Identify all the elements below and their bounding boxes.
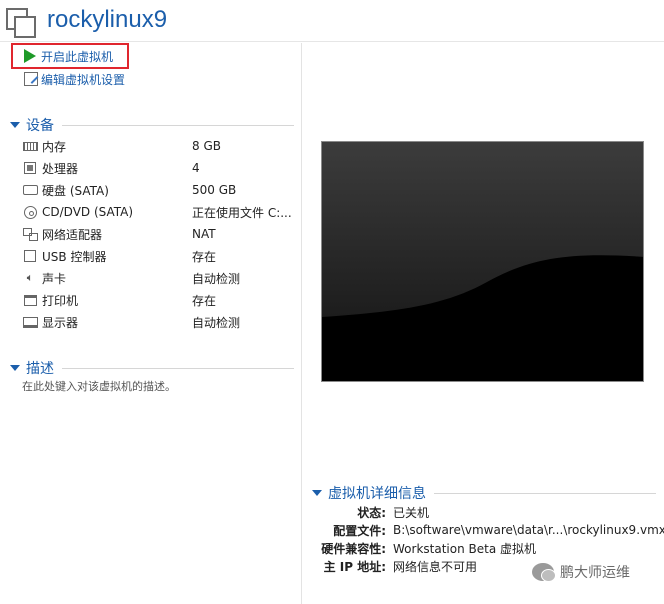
device-name: CD/DVD (SATA) — [42, 205, 134, 219]
power-on-label: 开启此虚拟机 — [41, 49, 114, 64]
devices-section-title: 设备 — [26, 118, 54, 134]
cpu-icon — [22, 161, 38, 175]
wechat-logo-icon — [532, 563, 556, 582]
device-name: 显示器 — [42, 315, 79, 330]
description-section-divider — [62, 368, 294, 369]
device-row-sound-card[interactable]: 🔈︎ 声卡 自动检测 — [22, 267, 298, 289]
detail-label: 配置文件: — [333, 523, 386, 538]
detail-label: 硬件兼容性: — [321, 541, 386, 556]
device-value: 正在使用文件 C:... — [192, 205, 292, 220]
device-value: 存在 — [192, 249, 217, 264]
play-icon — [24, 49, 38, 63]
detail-row-config-file: 配置文件: B:\software\vmware\data\r...\rocky… — [0, 520, 664, 540]
device-row-printer[interactable]: 打印机 存在 — [22, 289, 298, 311]
device-value: NAT — [192, 227, 216, 241]
usb-icon — [22, 249, 38, 263]
description-section-toggle[interactable]: 描述 — [10, 358, 54, 378]
details-section-toggle[interactable]: 虚拟机详细信息 — [312, 483, 426, 503]
watermark: 鹏大师运维 — [532, 562, 630, 582]
details-section-title: 虚拟机详细信息 — [328, 486, 426, 502]
detail-value: 网络信息不可用 — [393, 559, 478, 574]
vm-header: rockylinux9 — [0, 0, 664, 42]
virtual-machine-icon — [6, 8, 38, 38]
detail-label: 主 IP 地址: — [323, 559, 386, 574]
device-value: 自动检测 — [192, 271, 241, 286]
devices-section-toggle[interactable]: 设备 — [10, 115, 54, 135]
edit-settings-label: 编辑虚拟机设置 — [41, 72, 126, 87]
collapse-caret-icon — [10, 122, 20, 128]
cd-dvd-icon — [22, 205, 38, 219]
device-value: 自动检测 — [192, 315, 241, 330]
detail-value: Workstation Beta 虚拟机 — [393, 541, 536, 556]
detail-row-status: 状态: 已关机 — [0, 502, 664, 522]
device-row-monitor[interactable]: 显示器 自动检测 — [22, 311, 298, 333]
detail-label: 状态: — [357, 505, 386, 520]
vm-screen-preview[interactable] — [321, 141, 644, 382]
device-row-hard-disk[interactable]: 硬盘 (SATA) 500 GB — [22, 179, 298, 201]
sound-card-icon: 🔈︎ — [26, 271, 34, 284]
collapse-caret-icon — [312, 490, 322, 496]
description-section-title: 描述 — [26, 361, 54, 377]
device-name: 内存 — [42, 139, 67, 154]
printer-icon — [22, 293, 38, 307]
edit-settings-button[interactable]: 编辑虚拟机设置 — [24, 70, 125, 88]
description-text[interactable]: 在此处键入对该虚拟机的描述。 — [22, 378, 176, 394]
device-row-memory[interactable]: 内存 8 GB — [22, 135, 298, 157]
device-name: 网络适配器 — [42, 227, 103, 242]
device-name: USB 控制器 — [42, 249, 107, 264]
devices-section-divider — [62, 125, 294, 126]
vm-preview-graphic — [322, 142, 643, 381]
memory-icon — [22, 139, 38, 153]
hard-disk-icon — [22, 183, 38, 197]
vm-title: rockylinux9 — [47, 6, 168, 33]
device-name: 处理器 — [42, 161, 79, 176]
device-value: 500 GB — [192, 183, 237, 197]
detail-row-hardware-compat: 硬件兼容性: Workstation Beta 虚拟机 — [0, 538, 664, 558]
device-value: 存在 — [192, 293, 217, 308]
device-name: 硬盘 (SATA) — [42, 183, 109, 198]
network-adapter-icon — [22, 227, 38, 241]
device-row-cpu[interactable]: 处理器 4 — [22, 157, 298, 179]
collapse-caret-icon — [10, 365, 20, 371]
device-name: 打印机 — [42, 293, 79, 308]
device-value: 4 — [192, 161, 200, 175]
power-on-button[interactable]: 开启此虚拟机 — [24, 47, 113, 65]
device-row-cd-dvd[interactable]: CD/DVD (SATA) 正在使用文件 C:... — [22, 201, 298, 223]
device-value: 8 GB — [192, 139, 221, 153]
edit-settings-icon — [24, 72, 38, 86]
device-row-usb[interactable]: USB 控制器 存在 — [22, 245, 298, 267]
watermark-text: 鹏大师运维 — [560, 565, 630, 581]
monitor-icon — [22, 315, 38, 329]
detail-value: B:\software\vmware\data\r...\rockylinux9… — [393, 523, 664, 537]
device-name: 声卡 — [42, 271, 67, 286]
details-section-divider — [434, 493, 656, 494]
device-row-network-adapter[interactable]: 网络适配器 NAT — [22, 223, 298, 245]
detail-value: 已关机 — [393, 505, 430, 520]
